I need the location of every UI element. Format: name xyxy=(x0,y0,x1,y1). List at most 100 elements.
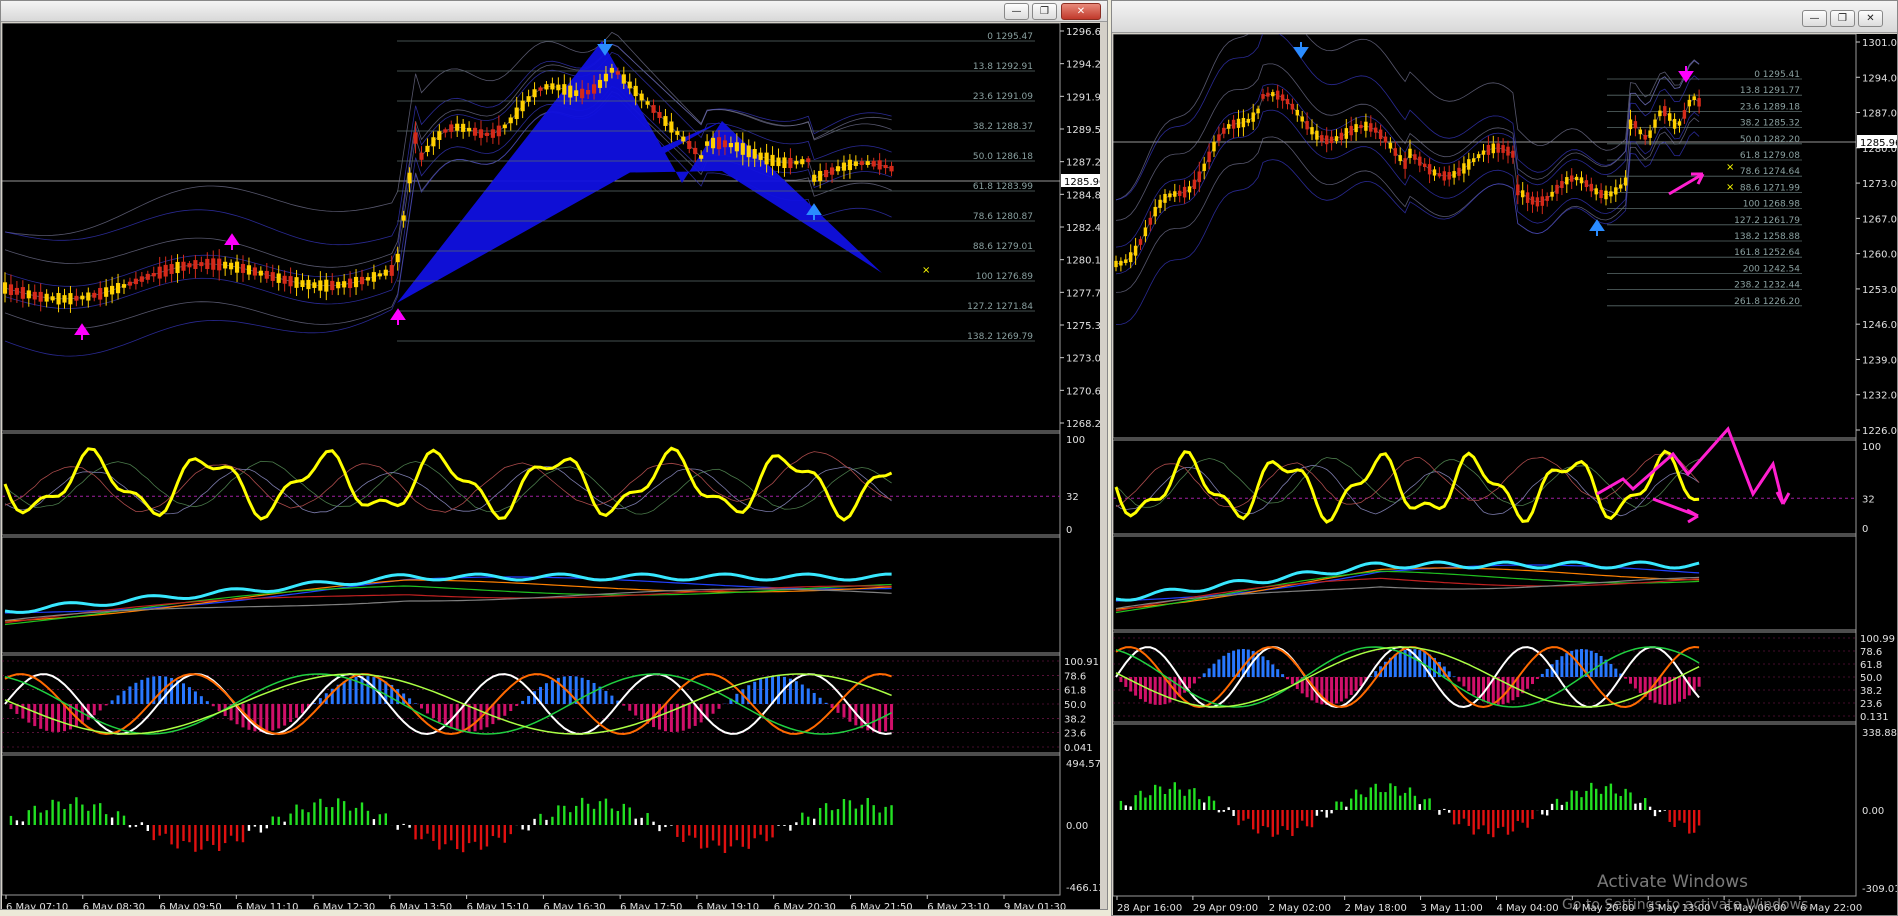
candle-body xyxy=(1212,141,1216,152)
candle-body xyxy=(1369,123,1373,132)
hist-bar xyxy=(1134,795,1137,810)
left-chart-canvas[interactable]: 1296.65 1294.25 1291.90 1289.55 1287.20 1284.… xyxy=(2,23,1100,909)
hist-bar xyxy=(33,805,36,825)
hist-bar xyxy=(87,810,90,825)
stoch-hist-bar xyxy=(717,704,721,709)
candle-body xyxy=(1584,180,1589,188)
restore-icon[interactable]: ❐ xyxy=(1032,3,1057,20)
fib-level-label: 88.6 1279.01 xyxy=(973,242,1033,252)
hist-bar xyxy=(580,797,584,825)
candle-body xyxy=(859,161,864,166)
stoch-hist-bar xyxy=(1580,649,1583,677)
hist-bar xyxy=(128,825,132,828)
hist-bar xyxy=(539,813,542,825)
right-chart-canvas[interactable]: 1301.001294.001287.001280.001273.001267.… xyxy=(1113,34,1897,915)
price-tick-label: 1277.75 xyxy=(1066,288,1100,299)
right-chart-window[interactable]: — ❐ ✕ 1301.001294.001287.001280.001273.0… xyxy=(1111,0,1898,916)
candle-body xyxy=(133,278,138,285)
candle-body xyxy=(217,258,222,271)
hist-bar xyxy=(229,825,233,836)
fib-level-label: 138.2 1269.79 xyxy=(967,332,1033,342)
stoch-hist-bar xyxy=(681,704,685,731)
hist-bar xyxy=(860,804,863,825)
candle-body xyxy=(609,67,614,73)
stoch-hist-bar xyxy=(568,676,572,704)
stoch-hist-bar xyxy=(420,704,423,709)
hist-bar xyxy=(1595,788,1598,810)
stoch-hist-bar xyxy=(1486,677,1490,704)
hist-bar xyxy=(1506,810,1510,835)
stoch-hist-bar xyxy=(1139,677,1142,700)
candle-body xyxy=(746,145,751,158)
candle-body xyxy=(252,267,257,276)
stoch-hist-bar xyxy=(586,679,590,704)
hist-bar xyxy=(235,825,239,842)
hist-bar xyxy=(1693,810,1696,833)
candle-body xyxy=(1241,117,1246,128)
candle-body xyxy=(26,290,31,299)
hist-bar xyxy=(289,813,292,825)
minimize-icon[interactable]: — xyxy=(1004,3,1029,20)
hist-bar xyxy=(1546,810,1549,816)
candle-body xyxy=(163,264,168,277)
price-tick-label: 1301.00 xyxy=(1862,38,1897,49)
candle-body xyxy=(1246,118,1251,123)
hist-bar xyxy=(206,825,209,842)
hist-bar xyxy=(1369,787,1372,810)
time-axis-label: 2 May 02:00 xyxy=(1269,903,1331,914)
price-tick-label: 1287.20 xyxy=(1066,158,1100,169)
hist-bar xyxy=(503,825,506,843)
candle-body xyxy=(1128,252,1133,263)
time-axis-label: 6 May 21:50 xyxy=(850,902,912,909)
minimize-icon[interactable]: — xyxy=(1802,10,1827,27)
candle-body xyxy=(1550,191,1554,197)
candle-body xyxy=(472,127,478,136)
candle-body xyxy=(1329,136,1334,144)
fib-level-label: 61.8 1283.99 xyxy=(973,182,1033,192)
hist-bar xyxy=(1242,810,1245,821)
stoch-hist-bar xyxy=(806,688,810,704)
candle-body xyxy=(716,137,722,150)
candle-body xyxy=(282,275,287,284)
time-axis-label: 6 May 19:10 xyxy=(697,902,759,909)
candle-body xyxy=(14,287,19,295)
candle-body xyxy=(1501,145,1505,153)
candle-body xyxy=(425,145,430,152)
hist-bar xyxy=(622,803,625,825)
hist-bar xyxy=(1345,806,1348,810)
rsi-axis-label: 100 xyxy=(1066,435,1085,446)
candle-body xyxy=(806,158,811,163)
stoch-hist-bar xyxy=(890,704,894,730)
stoch-hist-bar xyxy=(437,704,441,723)
stoch-hist-bar xyxy=(134,682,138,704)
candle-body xyxy=(574,90,579,96)
close-icon[interactable]: ✕ xyxy=(1061,3,1101,20)
close-icon[interactable]: ✕ xyxy=(1858,10,1883,27)
stoch-hist-bar xyxy=(550,680,554,704)
candle-body xyxy=(1378,129,1383,139)
hist-bar xyxy=(747,825,750,849)
right-window-titlebar[interactable]: — ❐ ✕ xyxy=(1112,1,1897,33)
candle-body xyxy=(1315,130,1319,140)
hist-bar xyxy=(1119,800,1123,810)
restore-icon[interactable]: ❐ xyxy=(1830,10,1855,27)
stoch-hist-bar xyxy=(1673,677,1677,704)
hist-bar xyxy=(438,825,441,850)
left-chart-window[interactable]: — ❐ ✕ 1296.65 1294.25 1291.90 1289.55 1287.2… xyxy=(0,0,1108,910)
ma-line xyxy=(4,583,892,626)
stoch-hist-bar xyxy=(1452,676,1456,677)
candle-body xyxy=(847,159,852,171)
hist-bar xyxy=(1301,810,1304,821)
hist-bar xyxy=(1399,795,1402,810)
hist-bar xyxy=(57,801,60,825)
candle-body xyxy=(645,101,650,105)
stoch-hist-bar xyxy=(1418,650,1422,677)
stoch-hist-bar xyxy=(604,690,608,704)
hist-bar xyxy=(420,825,423,840)
candle-body xyxy=(782,157,787,169)
left-window-titlebar[interactable]: — ❐ ✕ xyxy=(1,1,1107,22)
stoch-hist-bar xyxy=(217,704,221,712)
left-chart-svg: 1296.65 1294.25 1291.90 1289.55 1287.20 1284.… xyxy=(2,23,1100,909)
candle-body xyxy=(1138,239,1143,245)
stoch-hist-bar xyxy=(140,679,144,704)
